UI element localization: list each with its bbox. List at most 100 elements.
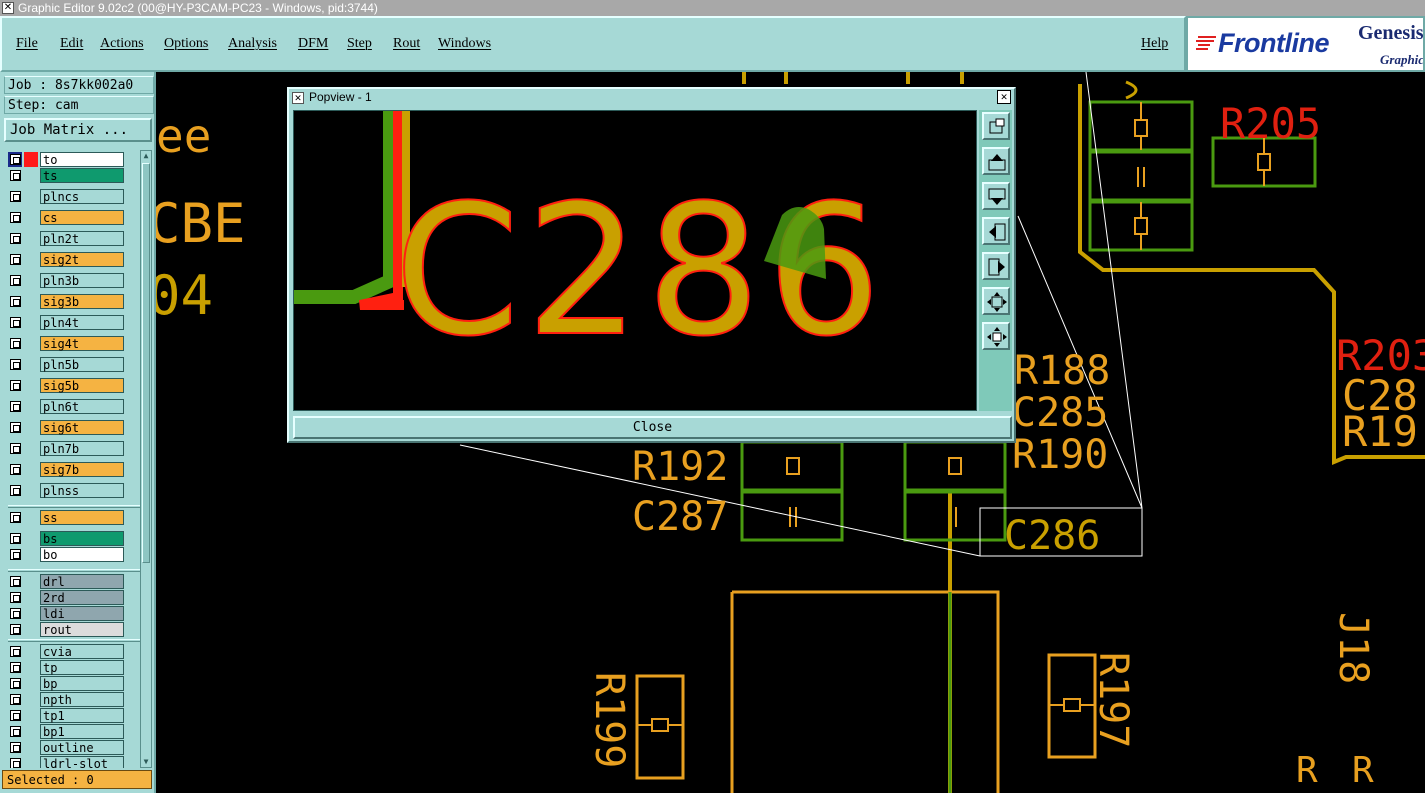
layer-checkbox[interactable] — [10, 317, 21, 328]
layer-checkbox[interactable] — [10, 608, 21, 619]
layer-name[interactable]: rout — [40, 622, 124, 637]
layer-checkbox[interactable] — [10, 678, 21, 689]
layer-checkbox[interactable] — [10, 443, 21, 454]
layer-row-sig4t[interactable]: sig4t — [4, 336, 140, 351]
layer-row-sig3b[interactable]: sig3b — [4, 294, 140, 309]
scroll-up-icon[interactable]: ▲ — [141, 151, 151, 161]
pan-up-button[interactable] — [982, 147, 1010, 175]
layer-color-swatch[interactable] — [24, 152, 38, 167]
pan-down-button[interactable] — [982, 182, 1010, 210]
layer-name[interactable]: sig3b — [40, 294, 124, 309]
layer-checkbox[interactable] — [10, 154, 21, 165]
zoom-window-button[interactable] — [982, 112, 1010, 140]
layer-checkbox[interactable] — [10, 401, 21, 412]
layer-row-ldi[interactable]: ldi — [4, 606, 140, 621]
layer-name[interactable]: npth — [40, 692, 124, 707]
layer-row-outline[interactable]: outline — [4, 740, 140, 755]
layer-row-ss[interactable]: ss — [4, 510, 140, 525]
layer-checkbox[interactable] — [10, 592, 21, 603]
layer-name[interactable]: pln6t — [40, 399, 124, 414]
layer-name[interactable]: pln4t — [40, 315, 124, 330]
popview-title-bar[interactable]: ✕ Popview - 1 — [289, 89, 1014, 106]
layer-name[interactable]: drl — [40, 574, 124, 589]
layer-name[interactable]: ldrl-slot — [40, 756, 124, 768]
layer-name[interactable]: sig6t — [40, 420, 124, 435]
menu-actions[interactable]: Actions — [100, 36, 144, 52]
layer-name[interactable]: sig4t — [40, 336, 124, 351]
layer-name[interactable]: 2rd — [40, 590, 124, 605]
layer-checkbox[interactable] — [10, 422, 21, 433]
layer-row-sig2t[interactable]: sig2t — [4, 252, 140, 267]
layer-checkbox[interactable] — [10, 710, 21, 721]
layer-row-cvia[interactable]: cvia — [4, 644, 140, 659]
popview-close-icon[interactable]: ✕ — [997, 90, 1011, 104]
layer-name[interactable]: bp1 — [40, 724, 124, 739]
popview-close-button[interactable]: Close — [293, 416, 1012, 439]
layer-checkbox[interactable] — [10, 380, 21, 391]
layer-checkbox[interactable] — [10, 646, 21, 657]
layer-checkbox[interactable] — [10, 726, 21, 737]
layer-row-plnss[interactable]: plnss — [4, 483, 140, 498]
layer-row-tp[interactable]: tp — [4, 660, 140, 675]
layer-checkbox[interactable] — [10, 485, 21, 496]
layer-row-sig5b[interactable]: sig5b — [4, 378, 140, 393]
layer-checkbox[interactable] — [10, 549, 21, 560]
layer-checkbox[interactable] — [10, 624, 21, 635]
layer-row-to[interactable]: to — [4, 152, 140, 167]
pan-right-button[interactable] — [982, 252, 1010, 280]
layer-checkbox[interactable] — [10, 191, 21, 202]
layer-name[interactable]: outline — [40, 740, 124, 755]
layer-row-rout[interactable]: rout — [4, 622, 140, 637]
layer-checkbox[interactable] — [10, 758, 21, 768]
layer-name[interactable]: pln2t — [40, 231, 124, 246]
layer-checkbox[interactable] — [10, 662, 21, 673]
layer-checkbox[interactable] — [10, 275, 21, 286]
menu-rout[interactable]: Rout — [393, 36, 420, 52]
layer-row-bp[interactable]: bp — [4, 676, 140, 691]
layer-name[interactable]: cs — [40, 210, 124, 225]
layer-checkbox[interactable] — [10, 233, 21, 244]
menu-help[interactable]: Help — [1141, 36, 1168, 52]
layer-checkbox[interactable] — [10, 742, 21, 753]
layer-name[interactable]: bs — [40, 531, 124, 546]
layer-row-ldrl-slot[interactable]: ldrl-slot — [4, 756, 140, 768]
menu-options[interactable]: Options — [164, 36, 208, 52]
layer-row-pln4t[interactable]: pln4t — [4, 315, 140, 330]
layer-name[interactable]: ss — [40, 510, 124, 525]
zoom-fit-button[interactable] — [982, 287, 1010, 315]
layer-checkbox[interactable] — [10, 212, 21, 223]
layer-row-pln2t[interactable]: pln2t — [4, 231, 140, 246]
layer-list-scrollbar[interactable]: ▲ ▼ — [140, 150, 152, 768]
layer-name[interactable]: bo — [40, 547, 124, 562]
pan-left-button[interactable] — [982, 217, 1010, 245]
layer-name[interactable]: to — [40, 152, 124, 167]
layer-name[interactable]: sig2t — [40, 252, 124, 267]
layer-checkbox[interactable] — [10, 464, 21, 475]
layer-row-pln7b[interactable]: pln7b — [4, 441, 140, 456]
job-matrix-button[interactable]: Job Matrix ... — [4, 118, 152, 142]
layer-checkbox[interactable] — [10, 296, 21, 307]
layer-name[interactable]: tp — [40, 660, 124, 675]
layer-name[interactable]: plnss — [40, 483, 124, 498]
layer-name[interactable]: plncs — [40, 189, 124, 204]
popview-canvas[interactable]: C286 — [293, 110, 977, 411]
menu-step[interactable]: Step — [347, 36, 372, 52]
layer-row-2rd[interactable]: 2rd — [4, 590, 140, 605]
layer-checkbox[interactable] — [10, 533, 21, 544]
menu-file[interactable]: File — [16, 36, 38, 52]
layer-checkbox[interactable] — [10, 512, 21, 523]
layer-row-pln5b[interactable]: pln5b — [4, 357, 140, 372]
menu-edit[interactable]: Edit — [60, 36, 83, 52]
layer-checkbox[interactable] — [10, 254, 21, 265]
layer-checkbox[interactable] — [10, 576, 21, 587]
menu-windows[interactable]: Windows — [438, 36, 491, 52]
layer-checkbox[interactable] — [10, 338, 21, 349]
menu-dfm[interactable]: DFM — [298, 36, 328, 52]
layer-checkbox[interactable] — [10, 359, 21, 370]
layer-row-bp1[interactable]: bp1 — [4, 724, 140, 739]
layer-row-drl[interactable]: drl — [4, 574, 140, 589]
popview-menu-icon[interactable]: ✕ — [292, 92, 304, 104]
layer-name[interactable]: tp1 — [40, 708, 124, 723]
layer-row-sig6t[interactable]: sig6t — [4, 420, 140, 435]
layer-row-plncs[interactable]: plncs — [4, 189, 140, 204]
